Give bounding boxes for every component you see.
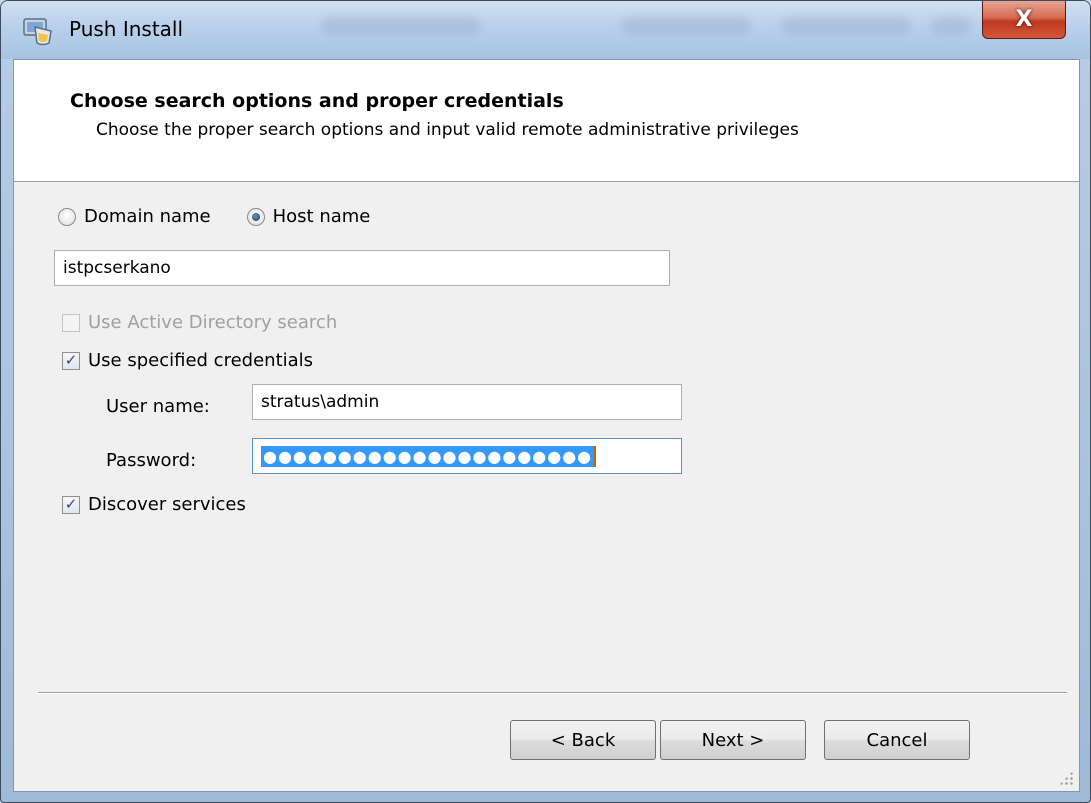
background-blur bbox=[931, 17, 971, 35]
background-blur bbox=[781, 17, 911, 35]
check-icon: ✓ bbox=[64, 495, 78, 513]
close-icon: X bbox=[1015, 7, 1033, 32]
host-name-label[interactable]: Host name bbox=[273, 206, 371, 227]
username-input[interactable]: stratus\admin bbox=[252, 384, 682, 420]
cancel-button[interactable]: Cancel bbox=[824, 720, 970, 760]
header-subtitle: Choose the proper search options and inp… bbox=[96, 120, 799, 140]
dialog-client-area: Choose search options and proper credent… bbox=[13, 59, 1080, 792]
resize-grip[interactable] bbox=[1059, 771, 1073, 785]
password-input[interactable]: ●●●●●●●●●●●●●●●●●●●●●● bbox=[252, 438, 682, 474]
window-title: Push Install bbox=[69, 17, 184, 41]
specified-credentials-label[interactable]: Use specified credentials bbox=[88, 350, 313, 371]
discover-services-option: ✓ Discover services bbox=[62, 494, 246, 515]
active-directory-checkbox[interactable] bbox=[62, 313, 80, 332]
footer-divider bbox=[38, 692, 1067, 694]
push-install-window: Push Install X Choose search options and… bbox=[0, 0, 1091, 803]
domain-name-label[interactable]: Domain name bbox=[84, 206, 211, 227]
host-name-radio[interactable] bbox=[246, 207, 265, 226]
hostname-input[interactable]: istpcserkano bbox=[54, 250, 670, 286]
discover-services-checkbox[interactable]: ✓ bbox=[62, 495, 80, 514]
background-blur bbox=[321, 17, 481, 35]
close-button[interactable]: X bbox=[982, 1, 1066, 39]
back-button[interactable]: < Back bbox=[510, 720, 656, 760]
specified-credentials-checkbox[interactable]: ✓ bbox=[62, 351, 80, 370]
search-mode-group: Domain name Host name bbox=[58, 206, 398, 227]
username-label: User name: bbox=[106, 396, 210, 417]
active-directory-option: Use Active Directory search bbox=[62, 312, 337, 333]
wizard-header: Choose search options and proper credent… bbox=[14, 60, 1079, 182]
password-mask: ●●●●●●●●●●●●●●●●●●●●●● bbox=[261, 445, 597, 467]
next-button[interactable]: Next > bbox=[660, 720, 806, 760]
active-directory-label: Use Active Directory search bbox=[88, 312, 338, 333]
shield-monitor-icon bbox=[23, 18, 52, 46]
header-title: Choose search options and proper credent… bbox=[70, 90, 564, 112]
background-blur bbox=[621, 17, 751, 35]
username-value: stratus\admin bbox=[261, 392, 380, 412]
password-label: Password: bbox=[106, 450, 197, 471]
discover-services-label[interactable]: Discover services bbox=[88, 494, 246, 515]
hostname-value: istpcserkano bbox=[63, 258, 171, 278]
domain-name-radio[interactable] bbox=[58, 207, 76, 226]
radio-selected-dot bbox=[251, 212, 260, 221]
specified-credentials-option: ✓ Use specified credentials bbox=[62, 350, 313, 371]
title-bar[interactable]: Push Install X bbox=[1, 1, 1090, 59]
check-icon: ✓ bbox=[64, 351, 78, 369]
